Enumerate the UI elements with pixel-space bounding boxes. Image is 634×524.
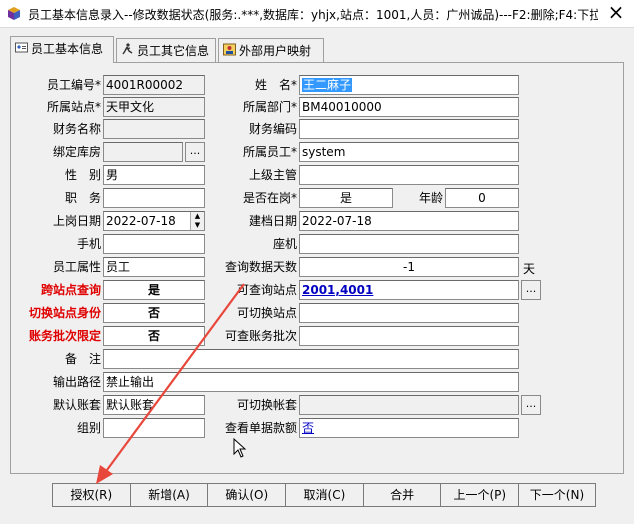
emp-no-field[interactable]: 4001R00002 <box>103 75 205 95</box>
output-path-field[interactable]: 禁止输出 <box>103 372 519 392</box>
emp-attr-label: 员工属性 <box>52 260 101 274</box>
switch-site-identity-field[interactable]: 否 <box>103 303 205 323</box>
query-days-field[interactable]: -1 <box>299 257 519 277</box>
switchable-sites-field[interactable] <box>299 303 519 323</box>
account-batch-limit-field[interactable]: 否 <box>103 326 205 346</box>
switchable-sites-label: 可切换站点 <box>236 306 297 320</box>
emp-attr-field[interactable]: 员工 <box>103 257 205 277</box>
tab-basic-info[interactable]: 员工基本信息 <box>10 36 114 63</box>
merge-button[interactable]: 合并 <box>362 483 441 507</box>
cross-site-query-field[interactable]: 是 <box>103 280 205 300</box>
bind-store-label: 绑定库房 <box>52 145 101 159</box>
start-date-field[interactable]: 2022-07-18 ▲ ▼ <box>103 211 205 231</box>
add-button[interactable]: 新增(A) <box>129 483 208 507</box>
button-bar: 授权(R) 新增(A) 确认(O) 取消(C) 合并 上一个(P) 下一个(N) <box>52 483 596 507</box>
superior-label: 上级主管 <box>248 168 297 182</box>
owner-emp-label: 所属员工* <box>242 145 297 159</box>
output-path-label: 输出路径 <box>52 375 101 389</box>
gender-label: 性 别 <box>64 168 101 182</box>
gender-field[interactable]: 男 <box>103 165 205 185</box>
phone-field[interactable] <box>103 234 205 254</box>
queryable-sites-field[interactable]: 2001,4001 <box>299 280 519 300</box>
switchable-accounts-field[interactable] <box>299 395 519 415</box>
user-map-icon <box>223 43 236 56</box>
tab-other-info[interactable]: 员工其它信息 <box>116 38 216 62</box>
position-label: 职 务 <box>64 191 101 205</box>
fin-name-label: 财务名称 <box>52 122 101 136</box>
queryable-sites-label: 可查询站点 <box>236 283 297 297</box>
dept-field[interactable]: BM40010000 <box>299 97 519 117</box>
authorize-button[interactable]: 授权(R) <box>52 483 130 507</box>
next-button[interactable]: 下一个(N) <box>518 483 596 507</box>
running-person-icon <box>122 43 133 55</box>
site-field[interactable]: 天甲文化 <box>103 97 205 117</box>
view-bill-amount-label: 查看单据款额 <box>224 421 297 435</box>
remark-label: 备 注 <box>64 352 101 366</box>
previous-button[interactable]: 上一个(P) <box>440 483 519 507</box>
view-bill-amount-value: 否 <box>302 421 315 435</box>
id-card-icon <box>15 42 28 53</box>
superior-field[interactable] <box>299 165 519 185</box>
query-days-label: 查询数据天数 <box>224 260 297 274</box>
emp-no-label: 员工编号* <box>46 78 101 92</box>
fin-code-label: 财务编码 <box>248 122 297 136</box>
owner-emp-field[interactable]: system <box>299 142 519 162</box>
close-button[interactable]: × <box>604 2 628 24</box>
switchable-accounts-label: 可切换帐套 <box>236 398 297 412</box>
start-date-spinner[interactable]: ▲ ▼ <box>190 212 204 230</box>
fin-name-field[interactable] <box>103 119 205 139</box>
start-date-value: 2022-07-18 <box>106 214 176 228</box>
window-title: 员工基本信息录入--修改数据状态(服务:.***,数据库：yhjx,站点：100… <box>28 8 598 22</box>
name-field[interactable]: 王二麻子 <box>299 75 519 95</box>
viewable-batches-label: 可查账务批次 <box>224 329 297 343</box>
start-date-label: 上岗日期 <box>52 214 101 228</box>
app-icon <box>8 7 20 20</box>
dept-label: 所属部门* <box>242 100 297 114</box>
viewable-batches-field[interactable] <box>299 326 519 346</box>
cross-site-query-label: 跨站点查询 <box>40 283 101 297</box>
name-value: 王二麻子 <box>302 78 353 92</box>
seniority-field[interactable]: 0 <box>445 188 519 208</box>
spin-up-icon: ▲ <box>194 212 201 220</box>
phone-label: 手机 <box>76 237 101 251</box>
default-account-label: 默认账套 <box>52 398 101 412</box>
query-days-unit: 天 <box>523 262 536 276</box>
bind-store-field[interactable] <box>103 142 183 162</box>
seniority-label: 年龄 <box>418 191 443 205</box>
switch-site-identity-label: 切换站点身份 <box>28 306 101 320</box>
file-date-field[interactable]: 2022-07-18 <box>299 211 519 231</box>
title-bar: 员工基本信息录入--修改数据状态(服务:.***,数据库：yhjx,站点：100… <box>0 0 634 28</box>
file-date-label: 建档日期 <box>248 214 297 228</box>
site-label: 所属站点* <box>46 100 101 114</box>
on-duty-field[interactable]: 是 <box>299 188 393 208</box>
form-panel: 员工编号* 4001R00002 姓 名* 王二麻子 所属站点* 天甲文化 所属… <box>10 62 624 474</box>
name-label: 姓 名* <box>254 78 297 92</box>
on-duty-label: 是否在岗* <box>242 191 297 205</box>
default-account-field[interactable]: 默认账套 <box>103 395 205 415</box>
view-bill-amount-field[interactable]: 否 <box>299 418 519 438</box>
account-batch-limit-label: 账务批次限定 <box>28 329 101 343</box>
switchable-accounts-browse-button[interactable]: ... <box>521 395 541 415</box>
group-field[interactable] <box>103 418 205 438</box>
confirm-button[interactable]: 确认(O) <box>207 483 286 507</box>
tab-label: 员工其它信息 <box>137 44 210 58</box>
cancel-button[interactable]: 取消(C) <box>285 483 363 507</box>
mouse-cursor-icon <box>233 438 247 458</box>
tab-label: 外部用户映射 <box>239 44 312 58</box>
tab-label: 员工基本信息 <box>31 42 104 56</box>
bind-store-browse-button[interactable]: ... <box>185 142 205 162</box>
spin-down-icon: ▼ <box>194 221 201 229</box>
landline-field[interactable] <box>299 234 519 254</box>
queryable-sites-value: 2001,4001 <box>302 283 374 297</box>
tab-external-user-mapping[interactable]: 外部用户映射 <box>218 38 324 62</box>
remark-field[interactable] <box>103 349 519 369</box>
landline-label: 座机 <box>272 237 297 251</box>
file-date-value: 2022-07-18 <box>302 214 372 228</box>
group-label: 组别 <box>76 421 101 435</box>
position-field[interactable] <box>103 188 205 208</box>
fin-code-field[interactable] <box>299 119 519 139</box>
queryable-sites-browse-button[interactable]: ... <box>521 280 541 300</box>
